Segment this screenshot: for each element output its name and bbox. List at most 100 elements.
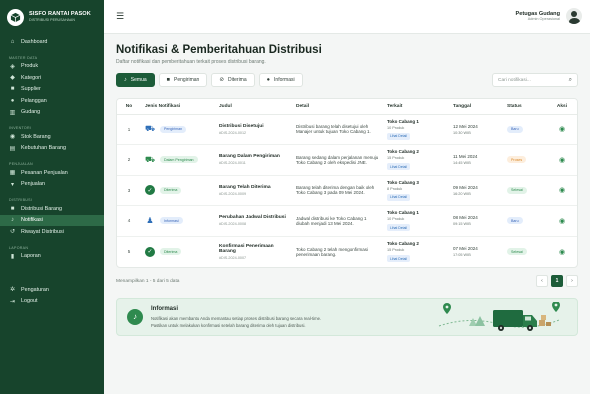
- eye-icon[interactable]: ◉: [559, 218, 565, 225]
- sidebar-item-label: Notifikasi: [21, 217, 43, 224]
- brand[interactable]: SISFO RANTAI PASOK DISTRIBUSI PERUSAHAAN: [0, 0, 104, 36]
- row-judul: Barang Telah Diterima: [219, 184, 271, 190]
- sidebar-item-label: Pesanan Penjualan: [21, 169, 68, 176]
- row-kode: #DIS-2024-0012: [219, 130, 247, 135]
- tab-semua[interactable]: ♪ Semua: [116, 73, 155, 87]
- avatar[interactable]: [566, 8, 582, 24]
- page-subtitle: Daftar notifikasi dan pemberitahuan terk…: [116, 59, 266, 65]
- header-tanggal: Tanggal: [449, 99, 503, 115]
- tab-diterima[interactable]: ⊘ Diterima: [211, 73, 255, 87]
- header-judul: Judul: [215, 99, 292, 115]
- sidebar-item-stok-barang[interactable]: ◉ Stok Barang: [0, 131, 104, 143]
- hamburger-menu-icon[interactable]: ☰: [116, 11, 124, 22]
- row-jam: 16:20 WIB: [453, 191, 471, 196]
- lihat-detail-button[interactable]: Lihat Detail: [387, 132, 410, 140]
- row-produk: 10 Produk: [387, 217, 405, 222]
- row-tanggal: 09 Mei 2024: [453, 184, 478, 190]
- header-terkait: Terkait: [383, 99, 449, 115]
- row-jam: 17:05 WIB: [453, 253, 471, 257]
- eye-icon[interactable]: ◉: [559, 249, 565, 256]
- jenis-badge: Dalam Pengiriman: [160, 156, 198, 164]
- sidebar-item-penjualan[interactable]: ▾ Penjualan: [0, 179, 104, 191]
- tab-label: Semua: [130, 77, 147, 83]
- check-circle-icon: ⊘: [219, 77, 225, 83]
- table-row: 5 ✓ Diterima Konfirmasi Penerimaan Barang…: [117, 236, 577, 267]
- lihat-detail-button[interactable]: Lihat Detail: [387, 255, 410, 262]
- sidebar-item-notifikasi[interactable]: ♪ Notifikasi: [0, 214, 104, 226]
- cart-icon: ▾: [10, 181, 14, 188]
- notification-table: No Jenis Notifikasi Judul Detail Terkait…: [117, 99, 577, 267]
- row-aksi-cell: ◉: [545, 236, 577, 267]
- box-logo-icon: [7, 9, 24, 26]
- tab-label: Pengiriman: [174, 77, 200, 83]
- row-judul-cell: Distribusi Disetujui #DIS-2024-0012: [215, 114, 292, 145]
- row-terkait: Toko Cabang 2: [387, 241, 419, 246]
- sidebar-item-laporan[interactable]: ▮ Laporan: [0, 251, 104, 263]
- sidebar-item-kategori[interactable]: ◆ Kategori: [0, 72, 104, 84]
- delivery-truck-icon: ■: [10, 205, 15, 212]
- sidebar-item-supplier[interactable]: ■ Supplier: [0, 84, 104, 96]
- sidebar-item-produk[interactable]: ◈ Produk: [0, 61, 104, 73]
- row-tanggal-cell: 07 Mei 2024 17:05 WIB: [449, 236, 503, 267]
- row-jenis-cell: ⛟ Dalam Pengiriman: [141, 144, 215, 176]
- row-judul-cell: Konfirmasi Penerimaan Barang #DIS-2024-00…: [215, 236, 292, 267]
- row-jenis-cell: ✓ Diterima: [141, 236, 215, 267]
- warehouse-icon: ▥: [9, 109, 16, 116]
- sidebar-item-label: Logout: [21, 298, 38, 305]
- lihat-detail-button[interactable]: Lihat Detail: [387, 224, 410, 232]
- table-row: 4 ♟ Informasi Perubahan Jadwal Distribusi…: [117, 205, 577, 237]
- tab-informasi[interactable]: ● Informasi: [258, 73, 303, 87]
- lihat-detail-button[interactable]: Lihat Detail: [387, 163, 410, 171]
- sidebar-item-dashboard[interactable]: ⌂ Dashboard: [0, 36, 104, 48]
- bell-icon: ♪: [127, 308, 143, 325]
- sidebar-item-label: Kebutuhan Barang: [21, 145, 66, 152]
- page-1-button[interactable]: 1: [551, 274, 563, 287]
- logout-icon: ⇥: [9, 298, 16, 305]
- sidebar-item-pelanggan[interactable]: ● Pelanggan: [0, 95, 104, 107]
- row-tanggal-cell: 08 Mei 2024 09:15 WIB: [449, 205, 503, 237]
- header-detail: Detail: [292, 99, 383, 115]
- header-jenis: Jenis Notifikasi: [141, 99, 215, 115]
- tab-pengiriman[interactable]: ■ Pengiriman: [158, 73, 208, 87]
- row-terkait: Toko Cabang 2: [387, 149, 419, 155]
- row-produk: 8 Produk: [387, 186, 403, 191]
- lihat-detail-button[interactable]: Lihat Detail: [387, 193, 410, 201]
- row-kode: #DIS-2024-0009: [219, 191, 247, 196]
- sidebar-item-kebutuhan-barang[interactable]: ▤ Kebutuhan Barang: [0, 143, 104, 155]
- sidebar-item-distribusi-barang[interactable]: ■ Distribusi Barang: [0, 203, 104, 215]
- box-icon: ◈: [10, 63, 15, 70]
- eye-icon[interactable]: ◉: [559, 157, 565, 164]
- sidebar-item-riwayat-distribusi[interactable]: ↺ Riwayat Distribusi: [0, 226, 104, 238]
- info-line-1: Notifikasi akan membantu Anda memantau s…: [151, 315, 322, 321]
- row-terkait-cell: Toko Cabang 1 10 Produk Lihat Detail: [383, 114, 449, 145]
- table-row: 1 ⛟ Pengiriman Distribusi Disetujui #DIS-2…: [117, 114, 577, 145]
- row-aksi-cell: ◉: [545, 114, 577, 145]
- row-detail: Distribusi barang telah disetujui oleh M…: [292, 114, 383, 145]
- prev-page-button[interactable]: ‹: [536, 274, 548, 287]
- user-menu[interactable]: Petugas Gudang Admin Operasional: [516, 8, 582, 24]
- row-judul: Konfirmasi Penerimaan Barang: [219, 243, 274, 254]
- row-terkait-cell: Toko Cabang 1 10 Produk Lihat Detail: [383, 205, 449, 237]
- row-status-cell: Baru: [503, 205, 545, 237]
- clipboard-icon: ▤: [9, 145, 16, 152]
- sidebar-item-gudang[interactable]: ▥ Gudang: [0, 107, 104, 119]
- sidebar-item-logout[interactable]: ⇥ Logout: [0, 296, 104, 308]
- sidebar-item-pesanan-penjualan[interactable]: ▦ Pesanan Penjualan: [0, 167, 104, 179]
- row-jenis-cell: ⛟ Pengiriman: [141, 114, 215, 145]
- search-input[interactable]: Cari notifikasi... ⌕: [492, 73, 578, 87]
- eye-icon[interactable]: ◉: [559, 126, 565, 133]
- header-aksi: Aksi: [545, 99, 577, 115]
- sidebar-item-pengaturan[interactable]: ✲ Pengaturan: [0, 284, 104, 296]
- row-detail: Barang telah diterima dengan baik oleh T…: [292, 175, 383, 206]
- search-placeholder: Cari notifikasi...: [498, 77, 531, 83]
- bell-icon: ♪: [11, 217, 14, 224]
- sidebar-item-label: Riwayat Distribusi: [21, 228, 64, 235]
- info-person-icon: ♟: [146, 216, 154, 226]
- row-detail: Barang sedang dalam perjalanan menuju To…: [292, 144, 383, 176]
- filter-row: ♪ Semua ■ Pengiriman ⊘ Diterima ● Informasi …: [116, 73, 578, 89]
- next-page-button[interactable]: ›: [566, 274, 578, 287]
- row-detail: Jadwal distribusi ke Toko Cabang 1 diuba…: [292, 205, 383, 237]
- eye-icon[interactable]: ◉: [559, 187, 565, 194]
- row-tanggal: 07 Mei 2024: [453, 246, 478, 251]
- sidebar-item-label: Gudang: [21, 109, 41, 116]
